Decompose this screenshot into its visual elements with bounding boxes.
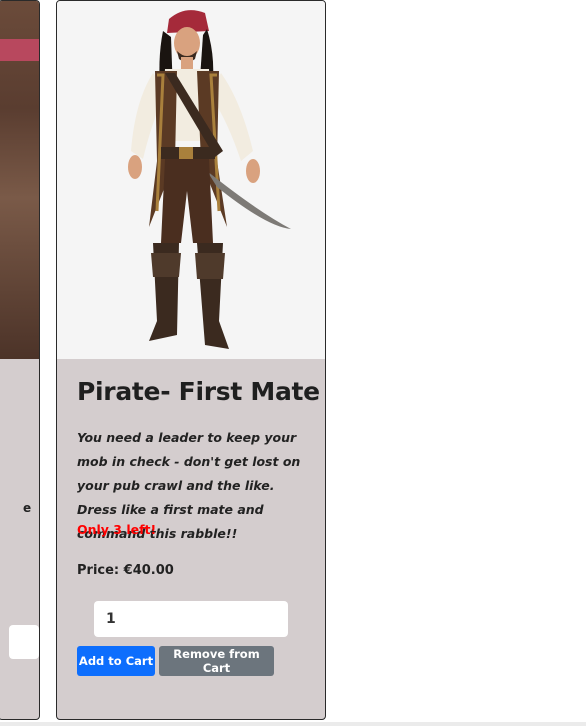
stock-warning: Only 3 left! <box>77 522 157 537</box>
product-card: Pirate- First Mate You need a leader to … <box>56 0 326 720</box>
previous-product-description: e <box>23 501 32 515</box>
remove-from-cart-button[interactable]: Remove from Cart <box>159 646 274 676</box>
add-to-cart-button[interactable]: Add to Cart <box>77 646 155 676</box>
page-bottom-divider <box>0 722 586 726</box>
product-image <box>57 1 325 359</box>
product-title: Pirate- First Mate <box>77 377 320 406</box>
previous-product-card: e <box>0 0 40 720</box>
quantity-input[interactable] <box>94 601 288 637</box>
product-price: Price: €40.00 <box>77 563 174 578</box>
previous-product-quantity-input[interactable] <box>9 625 39 659</box>
pirate-costume-image <box>128 10 291 349</box>
previous-product-image <box>0 1 39 359</box>
